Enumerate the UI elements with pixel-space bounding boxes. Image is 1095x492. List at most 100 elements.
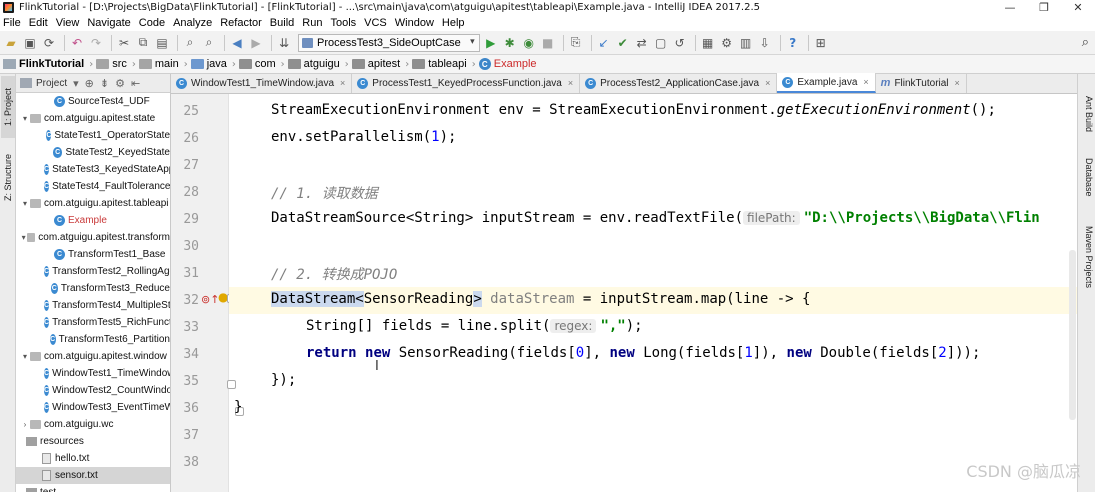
menu-help[interactable]: Help (442, 17, 469, 29)
editor-tab[interactable]: C ProcessTest1_KeyedProcessFunction.java × (352, 73, 581, 93)
close-tab-icon[interactable]: × (955, 78, 960, 88)
code-editor[interactable]: 25 26 27 28 29 30 31 32 33 34 35 36 37 3… (171, 94, 1077, 492)
editor-tab[interactable]: C ProcessTest2_ApplicationCase.java × (580, 73, 778, 93)
tree-item[interactable]: CWindowTest3_EventTimeWindow (16, 399, 170, 416)
menu-edit[interactable]: Edit (29, 17, 52, 29)
run-configuration-select[interactable]: ProcessTest3_SideOuptCase ▾ (298, 33, 480, 52)
tool-tab-database[interactable]: Database (1080, 158, 1094, 197)
hide-icon[interactable]: ⇤ (131, 77, 140, 90)
attach-icon[interactable]: ⎘ (568, 35, 584, 51)
maximize-button[interactable]: ❐ (1027, 0, 1061, 14)
close-tab-icon[interactable]: × (863, 77, 868, 87)
debug-icon[interactable]: ✱ (502, 35, 518, 51)
menu-code[interactable]: Code (139, 17, 169, 29)
tree-item[interactable]: C SourceTest4_UDF (16, 93, 170, 110)
tree-item[interactable]: C StateTest1_OperatorState (16, 127, 170, 144)
tree-item[interactable]: hello.txt (16, 450, 170, 467)
tree-item[interactable]: CTransformTest4_MultipleStreams (16, 297, 170, 314)
editor-tab[interactable]: m FlinkTutorial × (876, 73, 967, 93)
menu-window[interactable]: Window (395, 17, 438, 29)
tree-item[interactable]: test (16, 484, 170, 492)
tree-item[interactable]: ▾ com.atguigu.apitest.transform (16, 229, 170, 246)
menu-navigate[interactable]: Navigate (87, 17, 134, 29)
breadcrumb-apitest[interactable]: apitest (351, 58, 400, 70)
tree-item[interactable]: C WindowTest2_CountWindow (16, 382, 170, 399)
tree-item[interactable]: ▾ com.atguigu.apitest.tableapi (16, 195, 170, 212)
menu-tools[interactable]: Tools (330, 17, 360, 29)
back-icon[interactable]: ◀ (229, 35, 245, 51)
redo-icon[interactable]: ↷ (88, 35, 104, 51)
forward-icon[interactable]: ▶ (248, 35, 264, 51)
search-everywhere-icon[interactable]: ⌕ (1082, 35, 1089, 50)
plugin-icon[interactable]: ⊞ (813, 35, 829, 51)
menu-analyze[interactable]: Analyze (173, 17, 216, 29)
tree-expand-icon[interactable]: ▾ (20, 352, 30, 361)
editor-scrollbar[interactable] (1069, 250, 1076, 420)
breadcrumb-atguigu[interactable]: atguigu (287, 58, 340, 70)
tree-item[interactable]: sensor.txt (16, 467, 170, 484)
breadcrumb-main[interactable]: main (138, 58, 179, 70)
code-content[interactable]: StreamExecutionEnvironment env = StreamE… (229, 94, 1077, 492)
tree-item[interactable]: ▾ com.atguigu.apitest.window (16, 348, 170, 365)
settings-icon[interactable]: ⚙ (719, 35, 735, 51)
tree-expand-icon[interactable]: › (20, 420, 30, 429)
tree-item[interactable]: CStateTest3_KeyedStateApplicationCase (16, 161, 170, 178)
override-marker-icon[interactable]: ⊚↑ (201, 293, 219, 306)
breadcrumb-tableapi[interactable]: tableapi (412, 58, 467, 70)
chevron-down-icon[interactable]: ▾ (73, 77, 79, 90)
tree-item[interactable]: C TransformTest1_Base (16, 246, 170, 263)
breadcrumb-com[interactable]: com (238, 58, 276, 70)
breadcrumb-project[interactable]: FlinkTutorial (3, 58, 84, 70)
tree-item[interactable]: C TransformTest6_Partition (16, 331, 170, 348)
tree-expand-icon[interactable]: ▾ (20, 114, 30, 123)
project-view-select[interactable]: Project (36, 78, 67, 89)
tree-expand-icon[interactable]: ▾ (20, 233, 27, 242)
tree-item[interactable]: C Example (16, 212, 170, 229)
coverage-icon[interactable]: ◉ (521, 35, 537, 51)
tree-item[interactable]: C TransformTest3_Reduce (16, 280, 170, 297)
breadcrumb-src[interactable]: src (96, 58, 127, 70)
tree-item[interactable]: › com.atguigu.wc (16, 416, 170, 433)
vcs-revert-icon[interactable]: ↺ (672, 35, 688, 51)
replace-icon[interactable]: ⌕ (201, 35, 217, 51)
tree-item[interactable]: ▾ com.atguigu.apitest.state (16, 110, 170, 127)
tree-item[interactable]: CTransformTest5_RichFunction (16, 314, 170, 331)
open-folder-icon[interactable]: ▰ (3, 35, 19, 51)
menu-run[interactable]: Run (302, 17, 326, 29)
sdk-icon[interactable]: ▥ (738, 35, 754, 51)
editor-tab[interactable]: C WindowTest1_TimeWindow.java × (171, 73, 353, 93)
minimize-button[interactable]: — (993, 0, 1027, 14)
vcs-history-icon[interactable]: ▢ (653, 35, 669, 51)
menu-refactor[interactable]: Refactor (220, 17, 266, 29)
menu-view[interactable]: View (56, 17, 84, 29)
tree-item[interactable]: CTransformTest2_RollingAggregation (16, 263, 170, 280)
menu-build[interactable]: Build (270, 17, 298, 29)
collapse-all-icon[interactable]: ⇟ (100, 77, 109, 90)
tool-tab-ant-build[interactable]: Ant Build (1080, 96, 1094, 132)
sync-icon[interactable]: ⟳ (41, 35, 57, 51)
download-icon[interactable]: ⇩ (757, 35, 773, 51)
stop-icon[interactable]: ■ (540, 35, 556, 51)
gear-icon[interactable]: ⚙ (115, 77, 125, 90)
breadcrumb-java[interactable]: java (190, 58, 227, 70)
scroll-from-source-icon[interactable]: ⊕ (85, 77, 94, 90)
tree-item[interactable]: resources (16, 433, 170, 450)
vcs-commit-icon[interactable]: ✔ (615, 35, 631, 51)
tree-item[interactable]: C StateTest2_KeyedState (16, 144, 170, 161)
tool-tab-maven-projects[interactable]: Maven Projects (1080, 226, 1094, 288)
tree-expand-icon[interactable]: ▾ (20, 199, 30, 208)
help-icon[interactable]: ? (785, 35, 801, 51)
project-structure-icon[interactable]: ▦ (700, 35, 716, 51)
menu-file[interactable]: File (3, 17, 25, 29)
run-icon[interactable]: ▶ (483, 35, 499, 51)
tree-item[interactable]: C StateTest4_FaultTolerance (16, 178, 170, 195)
menu-vcs[interactable]: VCS (364, 17, 391, 29)
save-icon[interactable]: ▣ (22, 35, 38, 51)
breadcrumb-example[interactable]: C Example (478, 58, 537, 70)
close-tab-icon[interactable]: × (765, 78, 770, 88)
cut-icon[interactable]: ✂ (116, 35, 132, 51)
editor-tab[interactable]: C Example.java × (777, 73, 876, 93)
tool-tab-structure[interactable]: Z: Structure (1, 146, 15, 208)
tree-item[interactable]: C WindowTest1_TimeWindow (16, 365, 170, 382)
vcs-update-icon[interactable]: ↙ (596, 35, 612, 51)
